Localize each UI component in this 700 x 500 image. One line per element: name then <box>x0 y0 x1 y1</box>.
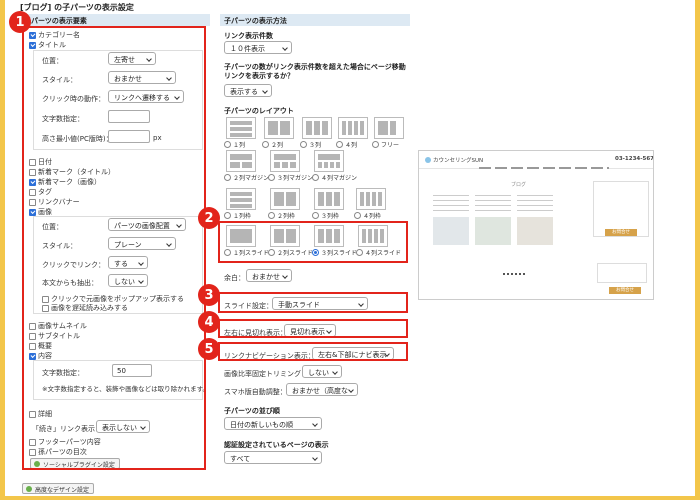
link-count-select[interactable]: １０件表示 <box>224 41 292 54</box>
left-panel-header: 子パーツの表示要素 <box>20 14 210 26</box>
radio-1col[interactable]: １列 <box>224 140 245 149</box>
annotation-badge-4: 4 <box>198 311 220 333</box>
layout-1col-thumb[interactable] <box>226 117 256 139</box>
preview-card-image <box>517 217 553 245</box>
radio-free[interactable]: フリー <box>372 140 399 149</box>
margin-select[interactable]: おまかせ <box>246 269 292 282</box>
radio-4col-frame[interactable]: ４列枠 <box>354 211 381 220</box>
radio-3col-magazine[interactable]: ３列マガジン <box>268 173 313 182</box>
annotation-badge-2: 2 <box>198 207 220 229</box>
layout-3col-magazine-thumb[interactable] <box>270 150 300 172</box>
radio-icon[interactable] <box>224 212 231 219</box>
radio-3col[interactable]: ３列 <box>300 140 321 149</box>
link-count-title: リンク表示件数 <box>224 32 273 40</box>
order-select[interactable]: 日付の新しいもの順 <box>224 417 322 430</box>
radio-icon[interactable] <box>312 174 319 181</box>
radio-icon[interactable] <box>268 174 275 181</box>
layout-4col-thumb[interactable] <box>338 117 368 139</box>
radio-4col-magazine[interactable]: ４列マガジン <box>312 173 357 182</box>
radio-icon[interactable] <box>268 212 275 219</box>
annotation-box-5 <box>218 342 408 361</box>
preview-cta-button: お問合せ <box>605 229 637 236</box>
phone-adjust-label: スマホ版自動調整： <box>224 388 287 396</box>
radio-icon[interactable] <box>262 141 269 148</box>
radio-2col[interactable]: ２列 <box>262 140 283 149</box>
layout-4col-magazine-thumb[interactable] <box>314 150 344 172</box>
page-link-title: 子パーツの数がリンク表示件数を超えた場合にページ移動リンクを表示するか？ <box>224 63 406 80</box>
annotation-box-4 <box>218 319 408 338</box>
radio-2col-magazine[interactable]: ２列マガジン <box>224 173 269 182</box>
frame-right <box>695 0 700 500</box>
annotation-box-1 <box>22 26 206 470</box>
preview-sidebar-banner <box>597 263 647 283</box>
layout-2col-magazine-thumb[interactable] <box>226 150 256 172</box>
annotation-box-2 <box>218 221 408 263</box>
preview-card-image <box>433 217 469 245</box>
preview-card-text <box>517 195 553 213</box>
preview-pane: カウンセリングSUN 03-1234-5678 ブログ お問合せ お問合せ <box>418 150 654 300</box>
preview-slide-dots <box>503 273 527 275</box>
radio-icon[interactable] <box>224 141 231 148</box>
radio-2col-frame[interactable]: ２列枠 <box>268 211 295 220</box>
preview-card-image <box>475 217 511 245</box>
radio-3col-frame[interactable]: ３列枠 <box>312 211 339 220</box>
radio-icon[interactable] <box>312 212 319 219</box>
annotation-badge-5: 5 <box>198 338 220 360</box>
radio-4col[interactable]: ４列 <box>336 140 357 149</box>
phone-adjust-select[interactable]: おまかせ（高度な <box>286 383 358 396</box>
radio-icon[interactable] <box>354 212 361 219</box>
auth-title: 認証設定されているページの表示 <box>224 441 329 449</box>
frame-left <box>0 0 5 500</box>
layout-4col-frame-thumb[interactable] <box>356 188 386 210</box>
preview-phone: 03-1234-5678 <box>615 156 654 162</box>
trim-select[interactable]: しない <box>302 365 342 378</box>
layout-2col-thumb[interactable] <box>264 117 294 139</box>
layout-title: 子パーツのレイアウト <box>224 107 294 115</box>
trim-label: 画像比率固定トリミング： <box>224 370 308 378</box>
advanced-design-button[interactable]: 高度なデザイン設定 <box>22 483 95 494</box>
frame-bottom <box>0 496 700 500</box>
layout-3col-thumb[interactable] <box>302 117 332 139</box>
annotation-badge-3: 3 <box>198 284 220 306</box>
page-title: [ブログ] の子パーツの表示設定 <box>20 3 134 12</box>
annotation-badge-1: 1 <box>9 11 31 33</box>
order-title: 子パーツの並び順 <box>224 407 280 415</box>
radio-icon[interactable] <box>336 141 343 148</box>
page-link-select[interactable]: 表示する <box>224 84 272 97</box>
preview-site-name: カウンセリングSUN <box>433 158 484 164</box>
preview-section-title: ブログ <box>511 182 527 188</box>
preview-sidebar-button: お問合せ <box>609 287 641 294</box>
layout-1col-frame-thumb[interactable] <box>226 188 256 210</box>
preview-nav <box>479 167 609 169</box>
preview-card-text <box>475 195 511 213</box>
radio-icon[interactable] <box>300 141 307 148</box>
layout-2col-frame-thumb[interactable] <box>270 188 300 210</box>
radio-1col-frame[interactable]: １列枠 <box>224 211 251 220</box>
gear-icon <box>26 486 32 492</box>
preview-card-text <box>433 195 469 213</box>
margin-label: 余白： <box>224 274 245 282</box>
radio-icon[interactable] <box>224 174 231 181</box>
logo-icon <box>425 157 431 163</box>
radio-icon[interactable] <box>372 141 379 148</box>
annotation-box-3 <box>218 292 408 313</box>
layout-free-thumb[interactable] <box>374 117 404 139</box>
layout-3col-frame-thumb[interactable] <box>314 188 344 210</box>
right-panel-header: 子パーツの表示方法 <box>220 14 410 26</box>
auth-select[interactable]: すべて <box>224 451 322 464</box>
